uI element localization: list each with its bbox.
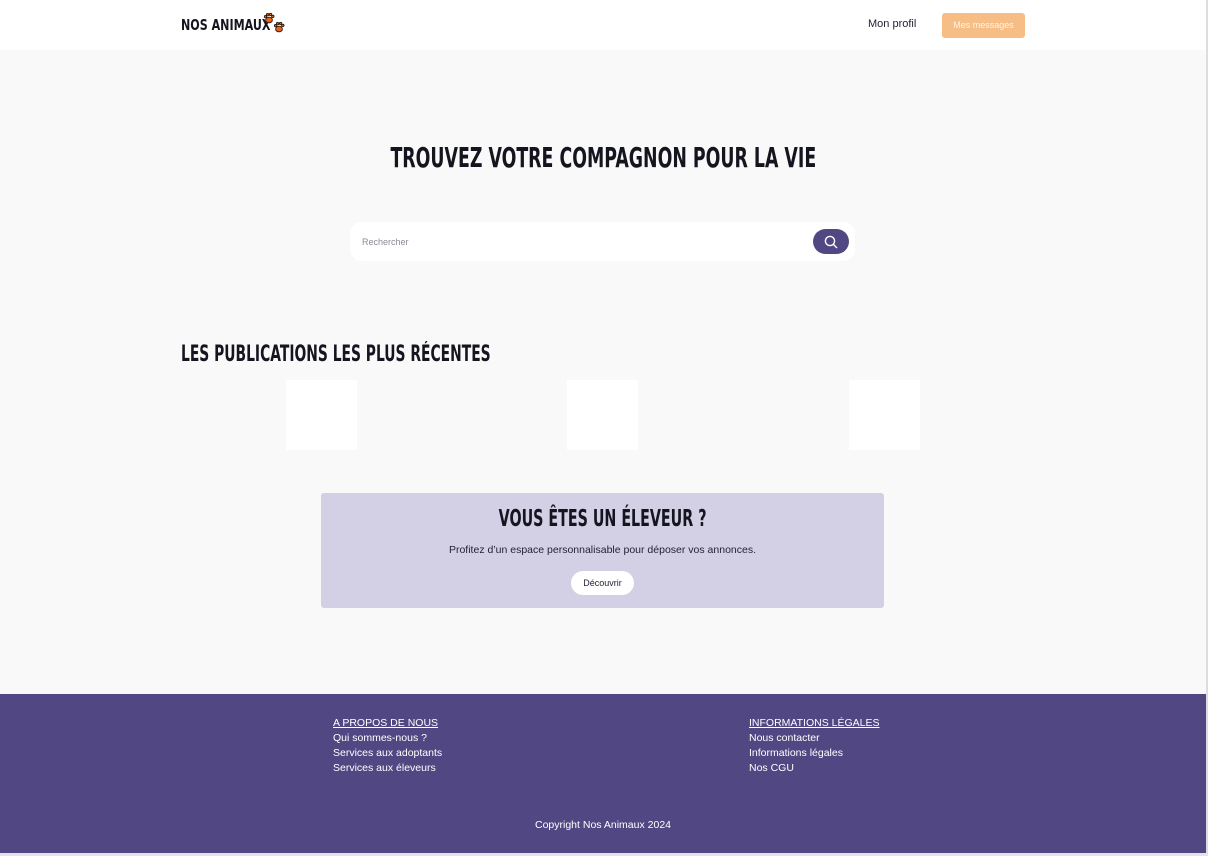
search-button[interactable] [813,229,849,254]
page: NOS ANIMAUX Mon profil Mes messages TROU… [0,0,1206,853]
copyright-text: Copyright Nos Animaux 2024 [535,819,671,831]
breeder-promo-text: Profitez d’un espace personnalisable pou… [448,544,757,556]
recent-publications-title: LES PUBLICATIONS LES PLUS RÉCENTES [181,340,673,368]
search-bar [350,222,855,261]
search-input[interactable] [362,230,802,254]
paw-prints-icon [263,12,285,33]
site-footer: A PROPOS DE NOUS Qui sommes-nous ? Servi… [0,694,1206,853]
footer-link-about-us[interactable]: Qui sommes-nous ? [333,731,442,746]
footer-legal-column: INFORMATIONS LÉGALES Nous contacter Info… [749,716,880,776]
breeder-promo-title: VOUS ÊTES UN ÉLEVEUR ? [321,505,884,533]
publication-card[interactable] [286,380,357,450]
footer-link-breeder-services[interactable]: Services aux éleveurs [333,761,442,776]
footer-about-column: A PROPOS DE NOUS Qui sommes-nous ? Servi… [333,716,442,776]
nav-profile-link[interactable]: Mon profil [868,18,916,30]
brand-name: NOS ANIMAUX [181,16,271,34]
footer-about-heading[interactable]: A PROPOS DE NOUS [333,716,442,731]
footer-link-contact[interactable]: Nous contacter [749,731,880,746]
breeder-promo: VOUS ÊTES UN ÉLEVEUR ? Profitez d’un esp… [321,493,884,608]
search-icon [824,235,838,248]
hero-title: TROUVEZ VOTRE COMPAGNON POUR LA VIE [0,138,1206,175]
site-header: NOS ANIMAUX Mon profil Mes messages [0,0,1206,50]
publication-card[interactable] [567,380,638,450]
publication-card[interactable] [849,380,920,450]
footer-link-legal-info[interactable]: Informations légales [749,746,880,761]
messages-button[interactable]: Mes messages [942,13,1025,38]
footer-link-adopter-services[interactable]: Services aux adoptants [333,746,442,761]
recent-publications-title-text: LES PUBLICATIONS LES PLUS RÉCENTES [181,342,491,367]
hero-title-text: TROUVEZ VOTRE COMPAGNON POUR LA VIE [390,141,816,174]
discover-button[interactable]: Découvrir [571,571,634,595]
brand-logo[interactable]: NOS ANIMAUX [181,12,285,37]
footer-link-cgu[interactable]: Nos CGU [749,761,880,776]
footer-legal-heading[interactable]: INFORMATIONS LÉGALES [749,716,880,731]
breeder-promo-title-text: VOUS ÊTES UN ÉLEVEUR ? [498,506,707,532]
